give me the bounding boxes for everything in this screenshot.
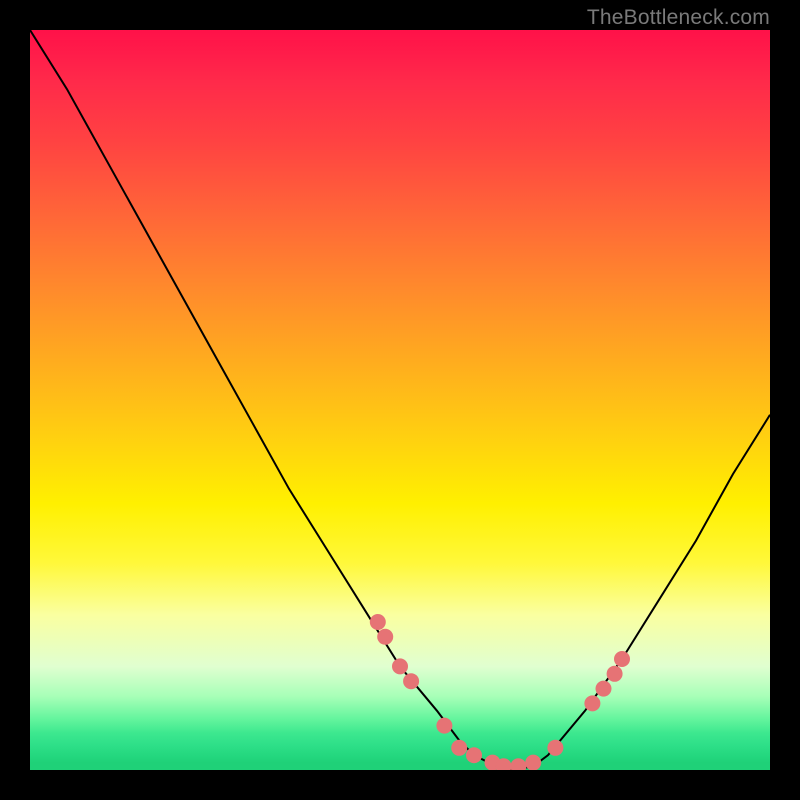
chart-container: TheBottleneck.com <box>0 0 800 800</box>
plot-background-gradient <box>30 30 770 770</box>
watermark-text: TheBottleneck.com <box>587 6 770 30</box>
